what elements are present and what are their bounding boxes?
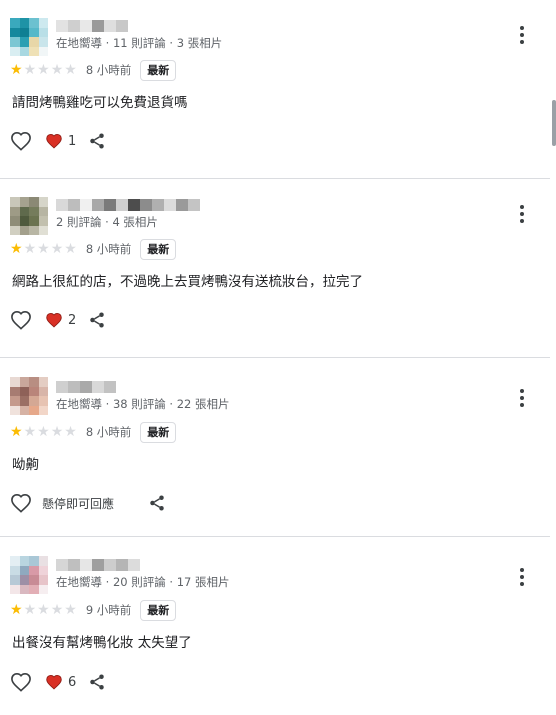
review-card: 在地嚮導 · 11 則評論 · 3 張相片 ★ ★ ★ ★ ★ 8 小時前 最新 請問烤… — [0, 0, 550, 179]
review-actions: 2 — [10, 308, 106, 332]
more-options-button[interactable] — [512, 23, 532, 47]
rating-row: ★ ★ ★ ★ ★ 9 小時前 最新 — [10, 599, 177, 621]
star-empty-icon: ★ — [64, 62, 77, 78]
rating-row: ★ ★ ★ ★ ★ 8 小時前 最新 — [10, 421, 177, 443]
review-text: 呦齁 — [12, 457, 39, 473]
newest-badge: 最新 — [140, 59, 177, 81]
more-options-button[interactable] — [512, 202, 532, 226]
heart-filled-icon — [46, 675, 62, 690]
review-time: 8 小時前 — [85, 63, 132, 77]
star-filled-icon: ★ — [10, 241, 23, 257]
more-options-button[interactable] — [512, 565, 532, 589]
star-empty-icon: ★ — [64, 241, 77, 257]
newest-badge: 最新 — [140, 238, 177, 260]
reaction-summary[interactable]: 1 — [45, 133, 76, 149]
scrollbar-thumb[interactable] — [552, 100, 556, 146]
share-button[interactable] — [88, 311, 106, 329]
reviewer-name-blurred[interactable] — [56, 199, 200, 211]
star-rating: ★ ★ ★ ★ ★ — [10, 242, 77, 256]
heart-outline-icon — [11, 131, 31, 151]
star-empty-icon: ★ — [37, 424, 50, 440]
heart-outline-icon — [11, 310, 31, 330]
star-rating: ★ ★ ★ ★ ★ — [10, 603, 77, 617]
reaction-count: 2 — [68, 312, 77, 328]
reviewer-name-blurred[interactable] — [56, 381, 116, 393]
star-empty-icon: ★ — [50, 602, 64, 618]
review-time: 9 小時前 — [85, 603, 132, 617]
reviewer-avatar[interactable] — [10, 556, 48, 594]
reviewer-avatar[interactable] — [10, 18, 48, 56]
review-text: 請問烤鴨雞吃可以免費退貨嗎 — [12, 95, 188, 111]
review-card: 在地嚮導 · 38 則評論 · 22 張相片 ★ ★ ★ ★ ★ 8 小時前 最新 呦齁… — [0, 358, 550, 537]
review-actions: 1 — [10, 129, 106, 153]
reviewer-name-blurred[interactable] — [56, 20, 128, 32]
reaction-count: 6 — [68, 674, 77, 690]
review-card: 2 則評論 · 4 張相片 ★ ★ ★ ★ ★ 8 小時前 最新 網路上很紅的店，不過晚… — [0, 179, 550, 358]
share-icon — [90, 674, 105, 690]
heart-outline-icon — [11, 493, 31, 513]
review-actions: 6 — [10, 670, 106, 694]
rating-row: ★ ★ ★ ★ ★ 8 小時前 最新 — [10, 59, 177, 81]
review-text: 出餐沒有幫烤鴨化妝 太失望了 — [12, 635, 192, 651]
like-button[interactable] — [10, 131, 32, 151]
heart-outline-icon — [11, 672, 31, 692]
share-icon — [90, 312, 105, 328]
reviewer-meta: 在地嚮導 · 20 則評論 · 17 張相片 — [56, 575, 230, 589]
star-empty-icon: ★ — [50, 62, 64, 78]
reaction-summary[interactable]: 6 — [45, 674, 76, 690]
star-empty-icon: ★ — [50, 241, 64, 257]
reviewer-meta: 在地嚮導 · 38 則評論 · 22 張相片 — [56, 397, 230, 411]
reaction-summary[interactable]: 2 — [45, 312, 76, 328]
star-empty-icon: ★ — [64, 602, 77, 618]
star-empty-icon: ★ — [64, 424, 77, 440]
share-button[interactable] — [88, 132, 106, 150]
share-button[interactable] — [148, 494, 166, 512]
reviews-feed: 在地嚮導 · 11 則評論 · 3 張相片 ★ ★ ★ ★ ★ 8 小時前 最新 請問烤… — [0, 0, 550, 715]
star-filled-icon: ★ — [10, 62, 23, 78]
more-options-button[interactable] — [512, 386, 532, 410]
review-actions: 懸停即可回應 — [10, 491, 166, 515]
star-empty-icon: ★ — [50, 424, 64, 440]
star-filled-icon: ★ — [10, 424, 23, 440]
heart-filled-icon — [46, 313, 62, 328]
star-rating: ★ ★ ★ ★ ★ — [10, 425, 77, 439]
reviewer-name-blurred[interactable] — [56, 559, 140, 571]
star-empty-icon: ★ — [23, 241, 37, 257]
like-button[interactable] — [10, 493, 32, 513]
newest-badge: 最新 — [140, 599, 177, 621]
reviewer-avatar[interactable] — [10, 197, 48, 235]
star-empty-icon: ★ — [37, 62, 50, 78]
review-text: 網路上很紅的店，不過晚上去買烤鴨沒有送梳妝台，拉完了 — [12, 274, 363, 290]
share-icon — [150, 495, 164, 511]
newest-badge: 最新 — [140, 421, 177, 443]
star-empty-icon: ★ — [23, 62, 37, 78]
reaction-count: 1 — [68, 133, 77, 149]
review-time: 8 小時前 — [85, 425, 132, 439]
like-button[interactable] — [10, 672, 32, 692]
share-icon — [90, 133, 105, 149]
like-button[interactable] — [10, 310, 32, 330]
star-rating: ★ ★ ★ ★ ★ — [10, 63, 77, 77]
share-button[interactable] — [88, 673, 106, 691]
star-empty-icon: ★ — [23, 424, 37, 440]
review-time: 8 小時前 — [85, 242, 132, 256]
review-card: 在地嚮導 · 20 則評論 · 17 張相片 ★ ★ ★ ★ ★ 9 小時前 最新 出餐… — [0, 537, 550, 715]
reviewer-meta: 在地嚮導 · 11 則評論 · 3 張相片 — [56, 36, 223, 50]
star-empty-icon: ★ — [37, 241, 50, 257]
rating-row: ★ ★ ★ ★ ★ 8 小時前 最新 — [10, 238, 177, 260]
star-empty-icon: ★ — [37, 602, 50, 618]
star-filled-icon: ★ — [10, 602, 23, 618]
star-empty-icon: ★ — [23, 602, 37, 618]
hover-to-react-hint: 懸停即可回應 — [42, 496, 115, 511]
reviewer-avatar[interactable] — [10, 377, 48, 415]
heart-filled-icon — [46, 134, 62, 149]
reviewer-meta: 2 則評論 · 4 張相片 — [56, 215, 158, 229]
